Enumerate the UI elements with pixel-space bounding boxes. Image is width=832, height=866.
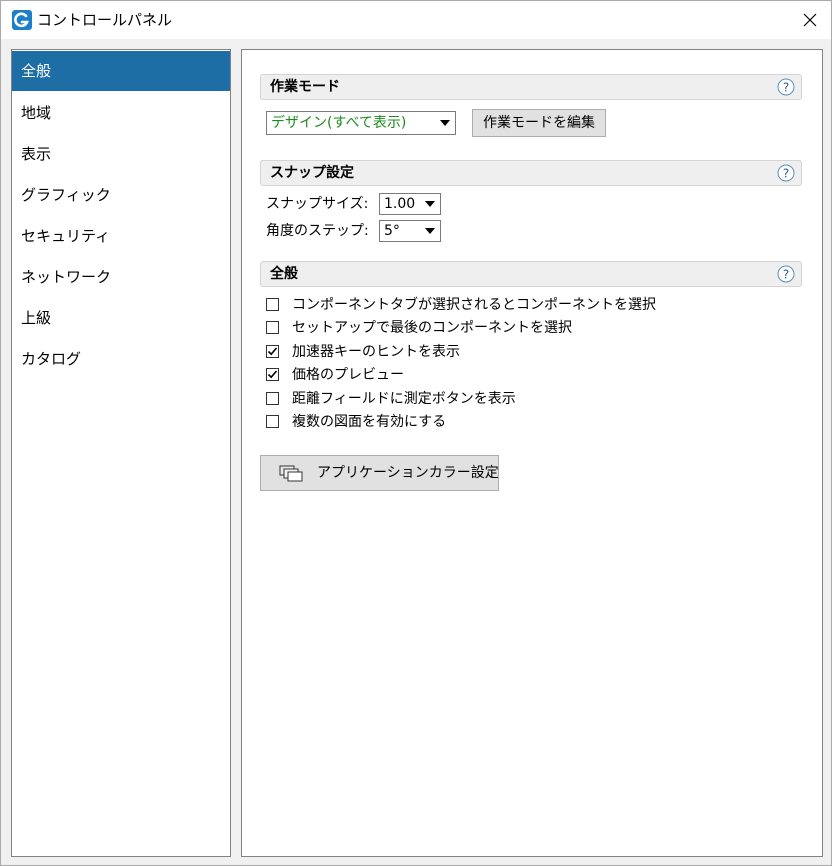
sidebar-item-advanced[interactable]: 上級 [12,298,230,338]
edit-work-mode-button[interactable]: 作業モードを編集 [472,109,606,137]
checkbox-unchecked[interactable] [266,415,279,428]
work-mode-select[interactable]: デザイン(すべて表示) [266,111,456,135]
checkbox-unchecked[interactable] [266,321,279,334]
checkbox-checked[interactable] [266,345,279,358]
option-label: コンポーネントタブが選択されるとコンポーネントを選択 [292,297,656,313]
work-mode-section-header: 作業モード ? [260,74,802,100]
sidebar-item-region[interactable]: 地域 [12,93,230,133]
general-section-title: 全般 [270,266,298,282]
application-color-settings-button[interactable]: アプリケーションカラー設定 [260,455,499,491]
snap-help-icon[interactable]: ? [777,164,795,182]
option-label: 加速器キーのヒントを表示 [292,344,460,360]
chevron-down-icon [425,201,435,207]
svg-text:?: ? [783,268,789,282]
general-section-header: 全般 ? [260,261,802,287]
checkmark-icon [267,370,278,379]
edit-work-mode-button-label: 作業モードを編集 [483,115,595,131]
settings-panel: 作業モード ? デザイン(すべて表示) 作業モードを編集 スナップ設定 ? スナ… [241,49,823,857]
sidebar-item-graphics[interactable]: グラフィック [12,175,230,215]
general-help-icon[interactable]: ? [777,265,795,283]
title-bar: コントロールパネル [1,1,831,39]
checkbox-unchecked[interactable] [266,392,279,405]
angle-step-select[interactable]: 5° [379,220,441,242]
option-label: 複数の図面を有効にする [292,414,447,430]
work-mode-selected-value: デザイン(すべて表示) [271,115,407,131]
option-label: セットアップで最後のコンポーネントを選択 [292,320,572,336]
svg-text:?: ? [783,81,789,95]
sidebar-item-catalog[interactable]: カタログ [12,339,230,379]
snap-section-header: スナップ設定 ? [260,160,802,186]
close-button[interactable] [797,7,823,33]
chevron-down-icon [440,120,450,126]
close-icon [803,13,817,27]
sidebar-item-general[interactable]: 全般 [12,51,230,91]
category-sidebar: 全般 地域 表示 グラフィック セキュリティ ネットワーク 上級 カタログ [11,49,231,857]
control-panel-window: コントロールパネル 全般 地域 表示 グラフィック セキュリティ ネットワーク … [0,0,832,866]
chevron-down-icon [425,228,435,234]
app-logo-icon [12,10,32,30]
snap-size-value: 1.00 [384,196,416,212]
option-label: 価格のプレビュー [292,367,404,383]
angle-step-value: 5° [384,223,400,239]
checkbox-checked[interactable] [266,368,279,381]
application-color-settings-label: アプリケーションカラー設定 [317,465,499,481]
svg-text:?: ? [783,167,789,181]
option-label: 距離フィールドに測定ボタンを表示 [292,391,516,407]
checkbox-unchecked[interactable] [266,298,279,311]
window-title: コントロールパネル [37,11,173,29]
sidebar-item-display[interactable]: 表示 [12,134,230,174]
snap-size-select[interactable]: 1.00 [379,193,441,215]
sidebar-item-network[interactable]: ネットワーク [12,257,230,297]
checkmark-icon [267,347,278,356]
snap-section-title: スナップ設定 [270,165,354,181]
work-mode-section-title: 作業モード [270,79,340,95]
color-layers-icon [279,465,303,482]
angle-step-label: 角度のステップ: [266,223,369,239]
sidebar-item-security[interactable]: セキュリティ [12,216,230,256]
snap-size-label: スナップサイズ: [266,196,369,212]
work-mode-help-icon[interactable]: ? [777,78,795,96]
